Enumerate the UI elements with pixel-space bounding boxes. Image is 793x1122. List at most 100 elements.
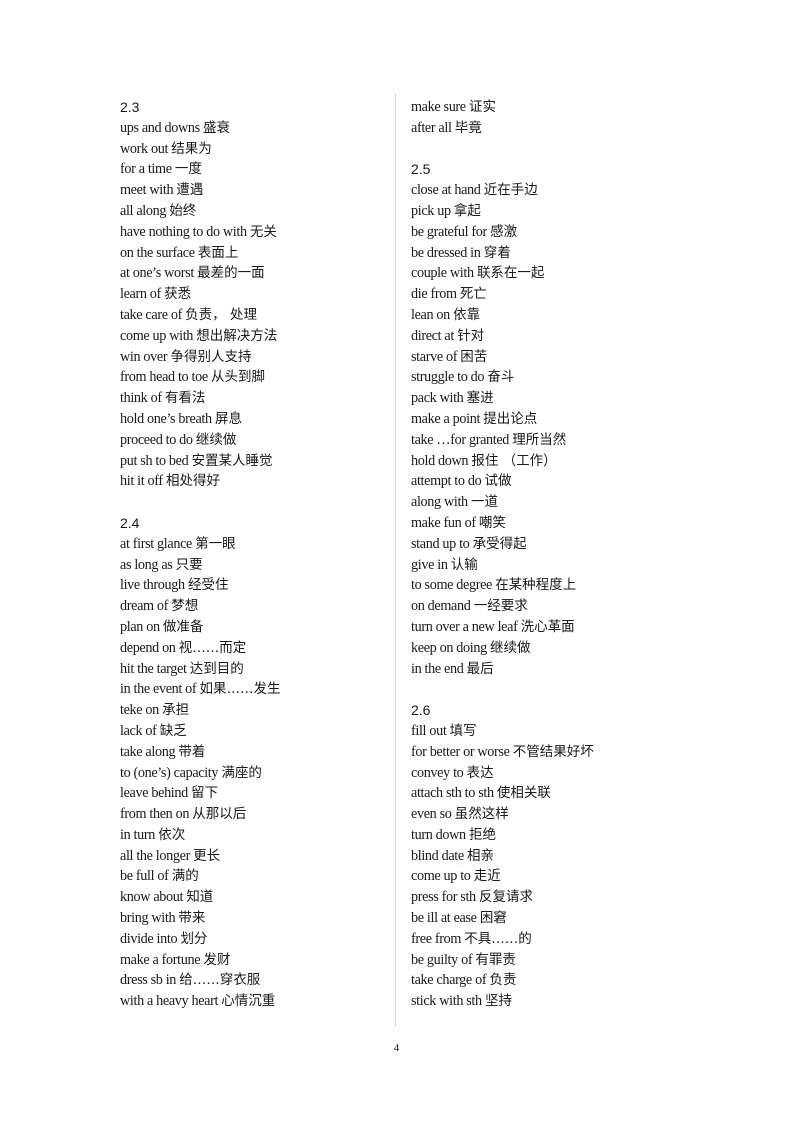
vocab-entry: even so 虽然这样: [411, 804, 651, 825]
english-phrase: work out: [120, 140, 169, 157]
vocab-entry: hold one’s breath 屏息: [120, 409, 390, 430]
english-phrase: after all: [411, 119, 452, 136]
chinese-meaning: 无关: [249, 223, 277, 240]
english-phrase: all the longer: [120, 847, 190, 864]
vocab-entry: attach sth to sth 使相关联: [411, 783, 651, 804]
chinese-meaning: 拒绝: [468, 826, 496, 843]
chinese-meaning: 虽然这样: [454, 806, 509, 823]
english-phrase: pick up: [411, 202, 451, 219]
vocab-entry: with a heavy heart 心情沉重: [120, 991, 390, 1012]
vocab-entry: meet with 遭遇: [120, 180, 390, 201]
english-phrase: keep on doing: [411, 639, 491, 656]
chinese-meaning: 盛衰: [203, 119, 230, 136]
chinese-meaning: 塞进: [466, 390, 494, 407]
vocab-entry: come up with 想出解决方法: [120, 326, 390, 347]
chinese-meaning: 依次: [158, 826, 186, 843]
vocab-entry: stick with sth 坚持: [411, 991, 651, 1012]
chinese-meaning: 表达: [466, 764, 494, 781]
chinese-meaning: 认输: [450, 556, 478, 573]
vocab-entry: to some degree 在某种程度上: [411, 575, 651, 596]
chinese-meaning: 继续做: [195, 431, 237, 448]
vocab-entry: make fun of 嘲笑: [411, 513, 651, 534]
vocab-entry: attempt to do 试做: [411, 471, 651, 492]
vocab-entry: think of 有看法: [120, 388, 390, 409]
english-phrase: know about: [120, 889, 184, 906]
vocab-entry: close at hand 近在手边: [411, 180, 651, 201]
vocab-entry: be dressed in 穿着: [411, 243, 651, 264]
chinese-meaning: 梦想: [171, 598, 199, 615]
english-phrase: in the event of: [120, 681, 197, 698]
chinese-meaning: 遭遇: [176, 182, 204, 199]
chinese-meaning: 继续做: [490, 639, 531, 656]
english-phrase: make a fortune: [120, 951, 201, 968]
vocab-entry: in the end 最后: [411, 659, 651, 680]
english-phrase: starve of: [411, 348, 458, 365]
chinese-meaning: 如果……发生: [199, 681, 281, 698]
english-phrase: for a time: [120, 161, 172, 178]
english-phrase: attach sth to sth: [411, 785, 494, 802]
vocab-entry: take along 带着: [120, 742, 390, 763]
vocab-entry: dream of 梦想: [120, 596, 390, 617]
chinese-meaning: 针对: [457, 327, 485, 344]
chinese-meaning: 始终: [169, 202, 197, 219]
english-phrase: depend on: [120, 639, 179, 656]
english-phrase: come up to: [411, 868, 474, 885]
vocab-entry: give in 认输: [411, 555, 651, 576]
chinese-meaning: 获悉: [164, 286, 192, 303]
english-phrase: stick with sth: [411, 993, 485, 1010]
english-phrase: divide into: [120, 930, 181, 947]
vocab-entry: keep on doing 继续做: [411, 638, 651, 659]
vocab-entry: work out 结果为: [120, 139, 390, 160]
vocab-entry: couple with 联系在一起: [411, 263, 651, 284]
chinese-meaning: 有罪责: [475, 951, 516, 968]
english-phrase: for better or worse: [411, 743, 510, 760]
english-phrase: at first glance: [120, 535, 192, 552]
english-phrase: even so: [411, 806, 452, 823]
vocab-section: 2.5 close at hand 近在手边 pick up 拿起 be gratef…: [411, 139, 651, 680]
english-phrase: turn over a new leaf: [411, 618, 518, 635]
english-phrase: free from: [411, 930, 462, 947]
section-title: 2.5: [411, 161, 431, 178]
english-phrase: be full of: [120, 868, 169, 885]
english-phrase: bring with: [120, 910, 179, 927]
chinese-meaning: 试做: [484, 473, 512, 490]
chinese-meaning: 相亲: [467, 847, 495, 864]
chinese-meaning: 填写: [449, 722, 477, 739]
chinese-meaning: 一经要求: [473, 598, 528, 615]
english-phrase: close at hand: [411, 182, 481, 199]
chinese-meaning: 从那以后: [192, 806, 247, 823]
vocab-entry: along with 一道: [411, 492, 651, 513]
chinese-meaning: 依靠: [453, 306, 481, 323]
vocab-entry: be guilty of 有罪责: [411, 950, 651, 971]
chinese-meaning: 视……而定: [178, 639, 247, 656]
chinese-meaning: 承受得起: [472, 535, 527, 552]
vocab-entry: be ill at ease 困窘: [411, 908, 651, 929]
vocab-entry: hit the target 达到目的: [120, 659, 390, 680]
vocab-entry: make sure 证实: [411, 97, 651, 118]
chinese-meaning: 更长: [193, 847, 221, 864]
english-phrase: attempt to do: [411, 473, 485, 490]
chinese-meaning: 反复请求: [479, 889, 533, 906]
vocab-entry: fill out 填写: [411, 721, 651, 742]
english-phrase: in the end: [411, 660, 464, 677]
english-phrase: plan on: [120, 618, 163, 635]
vocab-entry: in the event of 如果……发生: [120, 679, 390, 700]
vocab-entry: turn down 拒绝: [411, 825, 651, 846]
vocab-section: make sure 证实 after all 毕竟: [411, 97, 651, 139]
english-phrase: along with: [411, 494, 471, 511]
english-phrase: learn of: [120, 286, 161, 303]
english-phrase: convey to: [411, 764, 467, 781]
vocab-entry: be grateful for 感激: [411, 222, 651, 243]
chinese-meaning: 嘲笑: [478, 514, 506, 531]
vocab-entry: hold down 报住 （工作）: [411, 451, 651, 472]
english-phrase: lack of: [120, 722, 157, 739]
english-phrase: at one’s worst: [120, 265, 198, 282]
english-phrase: lean on: [411, 306, 450, 323]
vocab-entry: teke on 承担: [120, 700, 390, 721]
vocab-entry: at first glance 第一眼: [120, 534, 390, 555]
english-phrase: make a point: [411, 410, 481, 427]
chinese-meaning: 屏息: [214, 410, 242, 427]
chinese-meaning: 经受住: [187, 577, 229, 594]
page-number: 4: [393, 1042, 400, 1054]
